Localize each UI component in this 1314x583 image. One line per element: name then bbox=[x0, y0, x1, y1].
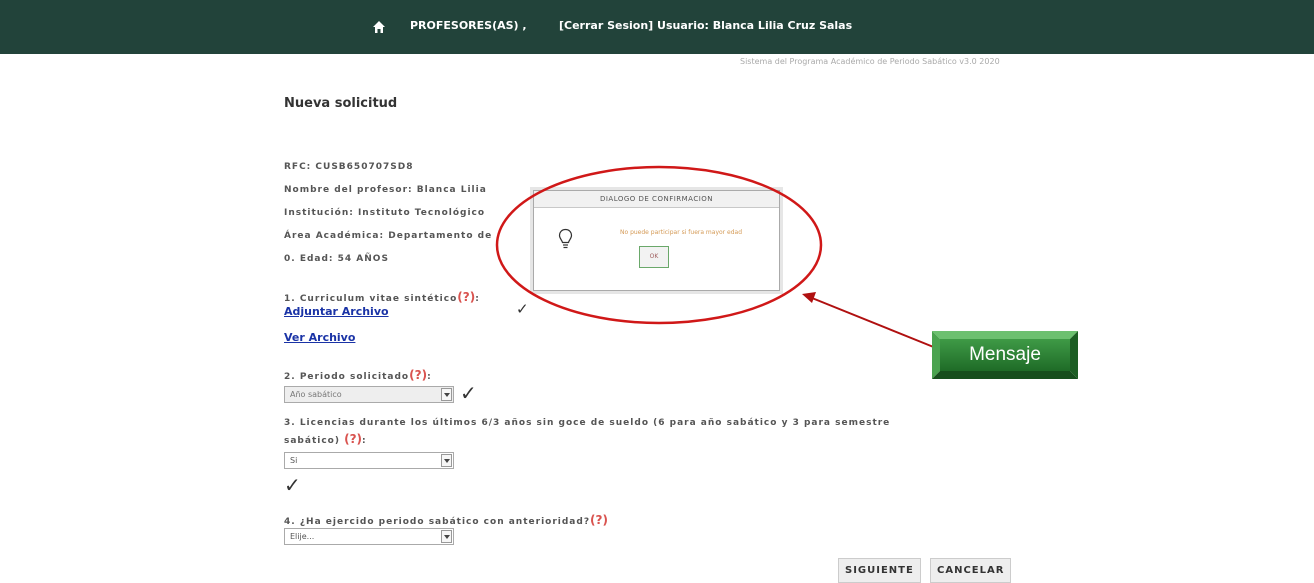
top-nav-bar: PROFESORES(AS) , [Cerrar Sesion] Usuario… bbox=[0, 0, 1314, 54]
q1-help-link[interactable]: (?) bbox=[457, 290, 475, 304]
home-icon[interactable] bbox=[372, 20, 386, 34]
q4-label: 4. ¿Ha ejercido periodo sabático con ant… bbox=[284, 513, 608, 527]
annotation-overlay bbox=[495, 165, 937, 349]
callout-arrow bbox=[811, 297, 937, 349]
q3-label-line2: sabático) (?): bbox=[284, 432, 367, 446]
dialog-title: DIALOGO DE CONFIRMACION bbox=[534, 191, 779, 208]
q4-help-link[interactable]: (?) bbox=[590, 513, 608, 527]
attach-file-link[interactable]: Adjuntar Archivo bbox=[284, 305, 389, 318]
view-file-link[interactable]: Ver Archivo bbox=[284, 331, 355, 344]
page-title: Nueva solicitud bbox=[284, 96, 398, 111]
cancel-button[interactable]: CANCELAR bbox=[930, 558, 1012, 583]
q3-label-line1: 3. Licencias durante los últimos 6/3 año… bbox=[284, 418, 891, 428]
nav-user-session[interactable]: [Cerrar Sesion] Usuario: Blanca Lilia Cr… bbox=[559, 19, 852, 32]
q3-check-icon: ✓ bbox=[284, 473, 301, 497]
arrow-head bbox=[802, 292, 816, 303]
nav-menu-profesores[interactable]: PROFESORES(AS) , bbox=[410, 19, 527, 32]
chevron-down-icon bbox=[441, 388, 452, 401]
academic-area-text: Área Académica: Departamento de bbox=[284, 231, 493, 241]
lightbulb-icon bbox=[558, 228, 573, 249]
chevron-down-icon bbox=[441, 530, 452, 543]
q2-help-link[interactable]: (?) bbox=[409, 368, 427, 382]
rfc-text: RFC: CUSB650707SD8 bbox=[284, 162, 414, 172]
period-select[interactable]: Año sabático bbox=[284, 386, 454, 403]
q1-label: 1. Curriculum vitae sintético(?): bbox=[284, 290, 480, 304]
q3-help-link[interactable]: (?) bbox=[344, 432, 362, 446]
q2-label: 2. Periodo solicitado(?): bbox=[284, 368, 432, 382]
system-version: Sistema del Programa Académico de Period… bbox=[740, 57, 1000, 66]
professor-name-text: Nombre del profesor: Blanca Lilia bbox=[284, 185, 487, 195]
callout-label: Mensaje bbox=[969, 344, 1041, 365]
callout-box: Mensaje bbox=[932, 331, 1078, 379]
confirmation-dialog: DIALOGO DE CONFIRMACION No puede partici… bbox=[533, 190, 780, 291]
chevron-down-icon bbox=[441, 454, 452, 467]
dialog-message: No puede participar si fuera mayor edad bbox=[620, 229, 743, 236]
age-text: 0. Edad: 54 AÑOS bbox=[284, 254, 389, 264]
leave-select[interactable]: Si bbox=[284, 452, 454, 469]
next-button[interactable]: SIGUIENTE bbox=[838, 558, 921, 583]
dialog-ok-button[interactable]: OK bbox=[639, 246, 669, 268]
institution-text: Institución: Instituto Tecnológico bbox=[284, 208, 486, 218]
q1-check-icon: ✓ bbox=[516, 300, 529, 318]
q2-check-icon: ✓ bbox=[460, 381, 477, 405]
prior-sabbatical-select[interactable]: Elije... bbox=[284, 528, 454, 545]
